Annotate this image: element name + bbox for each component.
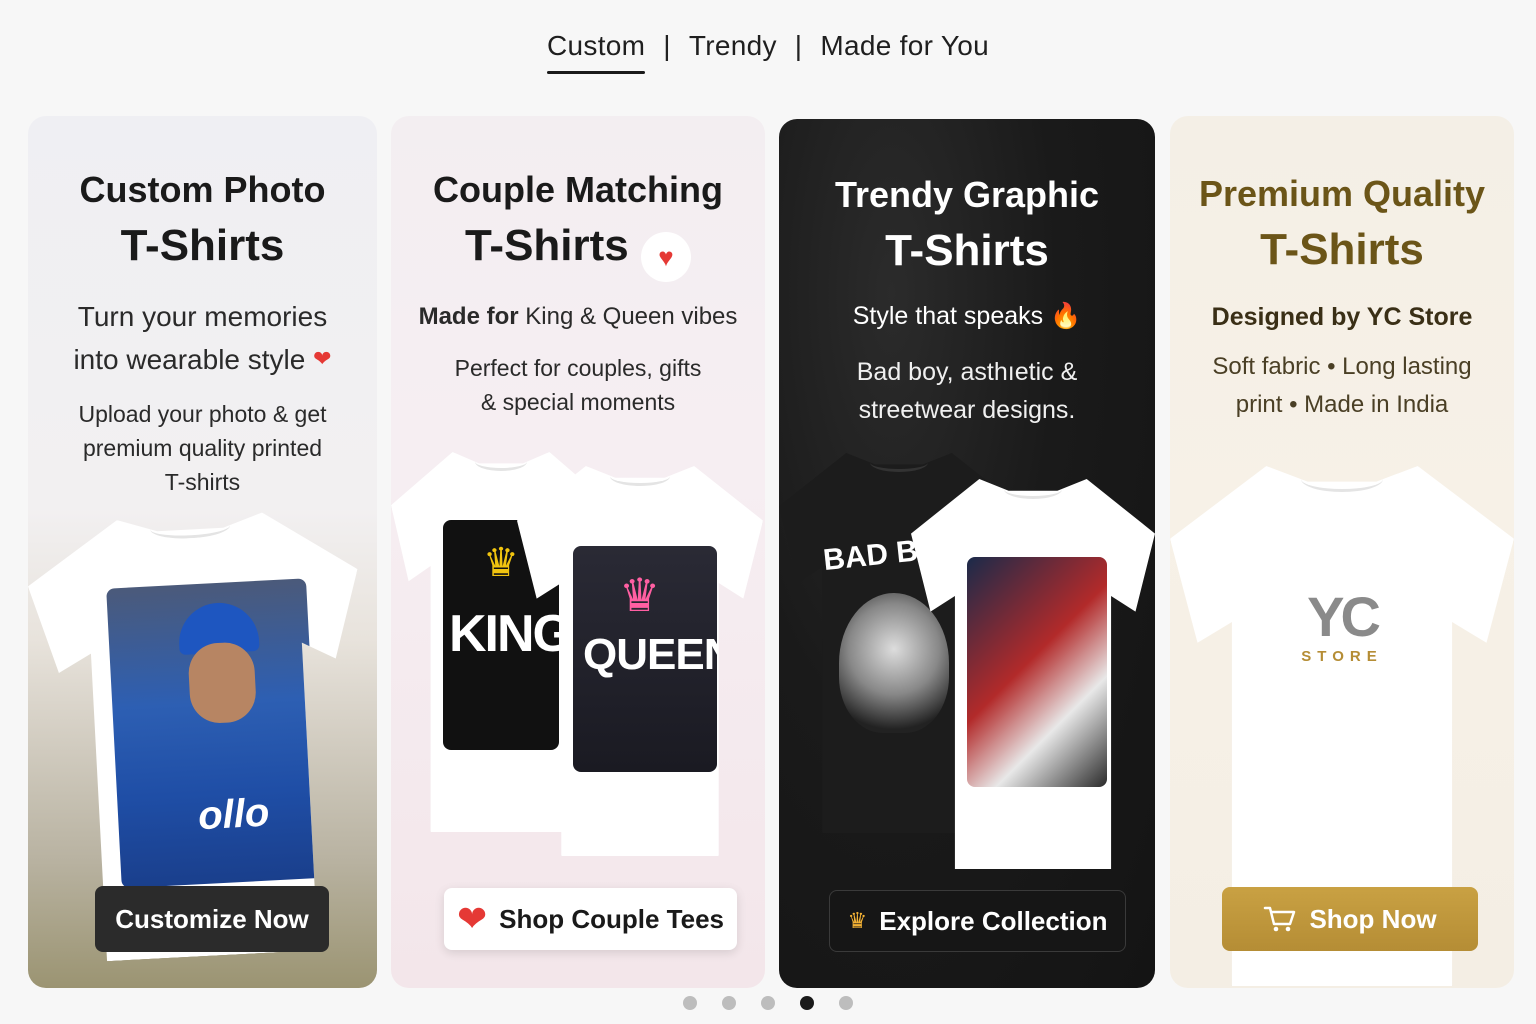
face-shape bbox=[187, 641, 257, 724]
card-title-line2-wrap: T-Shirts ♥ bbox=[391, 218, 765, 282]
card-description-line2: streetwear designs. bbox=[858, 396, 1076, 424]
card-description-line1: Soft fabric • Long lasting bbox=[1212, 353, 1472, 380]
carousel-dot-3[interactable] bbox=[761, 996, 775, 1010]
tshirt-collar bbox=[1300, 466, 1384, 492]
tshirt-collar bbox=[610, 466, 670, 486]
tagline-bold: Made for bbox=[418, 303, 519, 330]
card-description-line2: premium quality printed bbox=[82, 435, 323, 461]
explore-collection-button[interactable]: ♛ Explore Collection bbox=[829, 890, 1126, 952]
card-tagline: Made for King & Queen vibes bbox=[391, 300, 765, 334]
card-description-line3: T-shirts bbox=[164, 469, 241, 495]
tab-custom[interactable]: Custom bbox=[547, 30, 646, 74]
card-title: Custom Photo T-Shirts bbox=[28, 162, 377, 274]
category-tabs: Custom | Trendy | Made for You bbox=[0, 30, 1536, 74]
tshirt-collar bbox=[150, 514, 230, 540]
button-label: Explore Collection bbox=[879, 905, 1108, 936]
card-description: Bad boy, asthıetic & streetwear designs. bbox=[779, 353, 1155, 429]
button-label: Shop Couple Tees bbox=[499, 903, 725, 934]
button-label: Shop Now bbox=[1309, 903, 1437, 934]
card-title-line1: Trendy Graphic bbox=[834, 174, 1100, 215]
card-description-line1: Perfect for couples, gifts bbox=[454, 355, 702, 381]
carousel-dot-2[interactable] bbox=[722, 996, 736, 1010]
king-text: KING bbox=[449, 605, 559, 663]
tshirt-collar bbox=[870, 453, 928, 472]
photo-print: ollo bbox=[106, 578, 321, 888]
yc-logo: YC bbox=[1170, 584, 1514, 649]
customize-now-button[interactable]: Customize Now bbox=[95, 886, 329, 952]
tab-made-for-you[interactable]: Made for You bbox=[820, 30, 989, 70]
heart-icon: ❤ bbox=[456, 898, 488, 939]
logo-main: YC bbox=[1307, 585, 1381, 648]
jersey-text: ollo bbox=[197, 790, 271, 839]
tab-separator: | bbox=[663, 30, 671, 61]
card-description: Soft fabric • Long lasting print • Made … bbox=[1170, 348, 1514, 424]
carousel-dot-1[interactable] bbox=[683, 996, 697, 1010]
card-title-line2: T-Shirts bbox=[885, 226, 1049, 275]
card-subtitle-line1: Turn your memories bbox=[77, 301, 328, 332]
logo-sub: STORE bbox=[1301, 648, 1383, 665]
card-trendy-graphic[interactable]: Trendy Graphic T-Shirts Style that speak… bbox=[779, 119, 1155, 988]
crown-icon: ♛ bbox=[483, 541, 519, 585]
heart-icon: ❤ bbox=[313, 346, 332, 371]
cart-icon bbox=[1263, 904, 1297, 934]
tagline-rest: King & Queen vibes bbox=[525, 303, 738, 330]
card-subtitle-line2-wrap: into wearable style ❤ bbox=[28, 338, 377, 381]
card-title: Couple Matching T-Shirts ♥ bbox=[391, 162, 765, 282]
fire-icon: 🔥 bbox=[1050, 302, 1082, 330]
crown-badge-icon: ♛ bbox=[847, 908, 868, 933]
card-title-line1: Premium Quality bbox=[1198, 173, 1486, 214]
card-subtitle-text: Style that speaks bbox=[852, 302, 1044, 330]
tab-separator: | bbox=[794, 30, 803, 61]
tab-trendy[interactable]: Trendy bbox=[689, 30, 777, 70]
card-description: Perfect for couples, gifts & special mom… bbox=[391, 351, 765, 419]
card-custom-photo[interactable]: Custom Photo T-Shirts Turn your memories… bbox=[28, 116, 377, 988]
card-description-line1: Upload your photo & get bbox=[78, 401, 327, 427]
skull-graphic bbox=[839, 593, 949, 733]
card-subtitle-line2: into wearable style bbox=[73, 344, 306, 375]
tshirt-collar bbox=[474, 452, 528, 471]
card-couple-matching[interactable]: Couple Matching T-Shirts ♥ Made for King… bbox=[391, 116, 765, 988]
crown-icon: ♛ bbox=[619, 569, 661, 621]
shop-couple-tees-button[interactable]: ❤ Shop Couple Tees bbox=[444, 888, 737, 950]
queen-text: QUEEN bbox=[583, 630, 717, 679]
card-premium-quality[interactable]: Premium Quality T-Shirts Designed by YC … bbox=[1170, 116, 1514, 988]
card-description-line2: print • Made in India bbox=[1235, 391, 1449, 418]
tshirt-collar bbox=[1003, 479, 1063, 499]
shop-now-button[interactable]: Shop Now bbox=[1222, 887, 1478, 951]
carousel-dot-4[interactable] bbox=[800, 996, 814, 1010]
card-title-line1: Couple Matching bbox=[433, 169, 723, 210]
card-subtitle: Turn your memories into wearable style ❤ bbox=[28, 296, 377, 381]
card-subtitle: Designed by YC Store bbox=[1211, 303, 1473, 331]
card-title-line2: T-Shirts bbox=[464, 221, 629, 270]
card-description-line2: & special moments bbox=[480, 389, 676, 415]
card-subtitle: Style that speaks 🔥 bbox=[779, 295, 1155, 337]
card-title-line2: T-Shirts bbox=[120, 221, 285, 270]
card-title-line1: Custom Photo bbox=[79, 169, 326, 210]
card-description: Upload your photo & get premium quality … bbox=[28, 397, 377, 499]
gift-heart-icon: ♥ bbox=[641, 232, 692, 282]
card-title: Premium Quality T-Shirts bbox=[1170, 166, 1514, 278]
queen-print: ♛ QUEEN bbox=[573, 546, 717, 772]
carousel-dot-5[interactable] bbox=[839, 996, 853, 1010]
carousel-dots bbox=[0, 996, 1536, 1010]
card-title: Trendy Graphic T-Shirts bbox=[779, 167, 1155, 279]
card-description-line1: Bad boy, asthıetic & bbox=[856, 358, 1078, 386]
card-title-line2: T-Shirts bbox=[1260, 225, 1424, 274]
joker-print bbox=[967, 557, 1107, 787]
